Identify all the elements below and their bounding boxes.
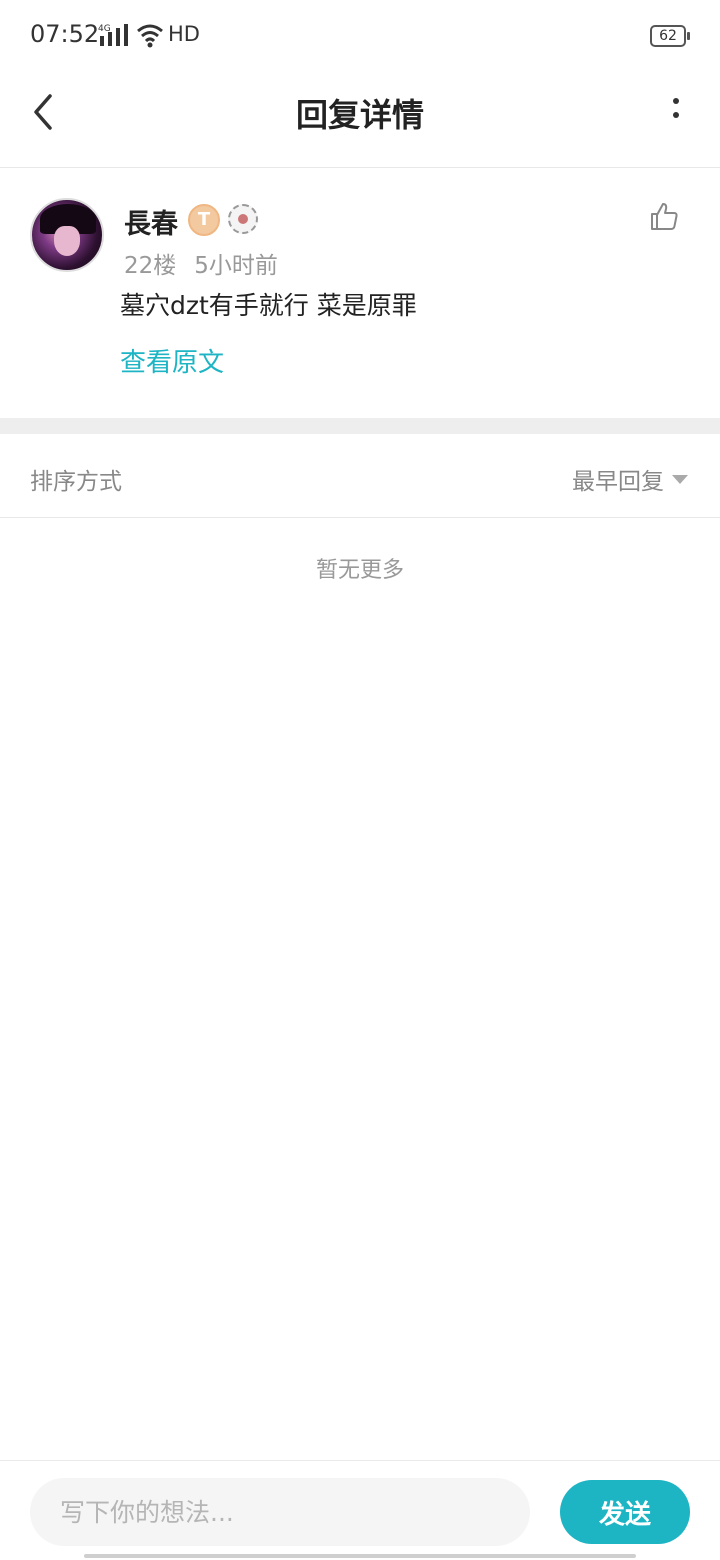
status-time: 07:52 (30, 20, 100, 48)
section-divider (0, 418, 720, 434)
post-time: 5小时前 (194, 253, 278, 279)
medal-icon (228, 204, 258, 234)
more-vertical-icon (673, 98, 679, 104)
gesture-nav-bar (84, 1554, 636, 1558)
status-bar: 07:52 4G HD 62 (0, 0, 720, 72)
view-original-link[interactable]: 查看原文 (120, 342, 224, 379)
chevron-down-icon (672, 474, 688, 484)
thumbs-up-icon (651, 203, 678, 230)
battery-icon: 62 (650, 25, 690, 47)
post-content: 墓穴dzt有手就行 菜是原罪 (120, 291, 417, 320)
send-button[interactable]: 发送 (560, 1480, 690, 1544)
comment-composer: 发送 (0, 1460, 720, 1560)
wifi-icon (137, 24, 163, 48)
empty-state-text: 暂无更多 (315, 558, 404, 583)
reply-post: 長春 T 22楼 5小时前 墓穴dzt有手就行 菜是原罪 查看原文 (0, 168, 720, 418)
network-type: HD (168, 22, 200, 46)
more-options-button[interactable] (668, 98, 684, 128)
header: 回复详情 (0, 72, 720, 168)
sort-label: 排序方式 (30, 469, 122, 495)
page-title: 回复详情 (295, 96, 424, 134)
sort-dropdown[interactable]: 最早回复 (572, 462, 688, 496)
reply-detail-screen: 07:52 4G HD 62 回复详情 長春 T 22楼 5小时前 墓穴dzt有… (0, 0, 720, 1560)
sort-row: 排序方式 最早回复 (0, 434, 720, 518)
username[interactable]: 長春 (124, 202, 178, 241)
signal-icon: 4G (98, 24, 128, 46)
like-button[interactable] (648, 200, 680, 232)
comment-input[interactable] (30, 1478, 530, 1546)
avatar[interactable] (30, 198, 104, 272)
sort-value: 最早回复 (572, 469, 664, 495)
floor-number: 22楼 (124, 253, 177, 279)
post-meta: 22楼 5小时前 (124, 246, 278, 280)
level-badge-icon: T (188, 204, 220, 236)
